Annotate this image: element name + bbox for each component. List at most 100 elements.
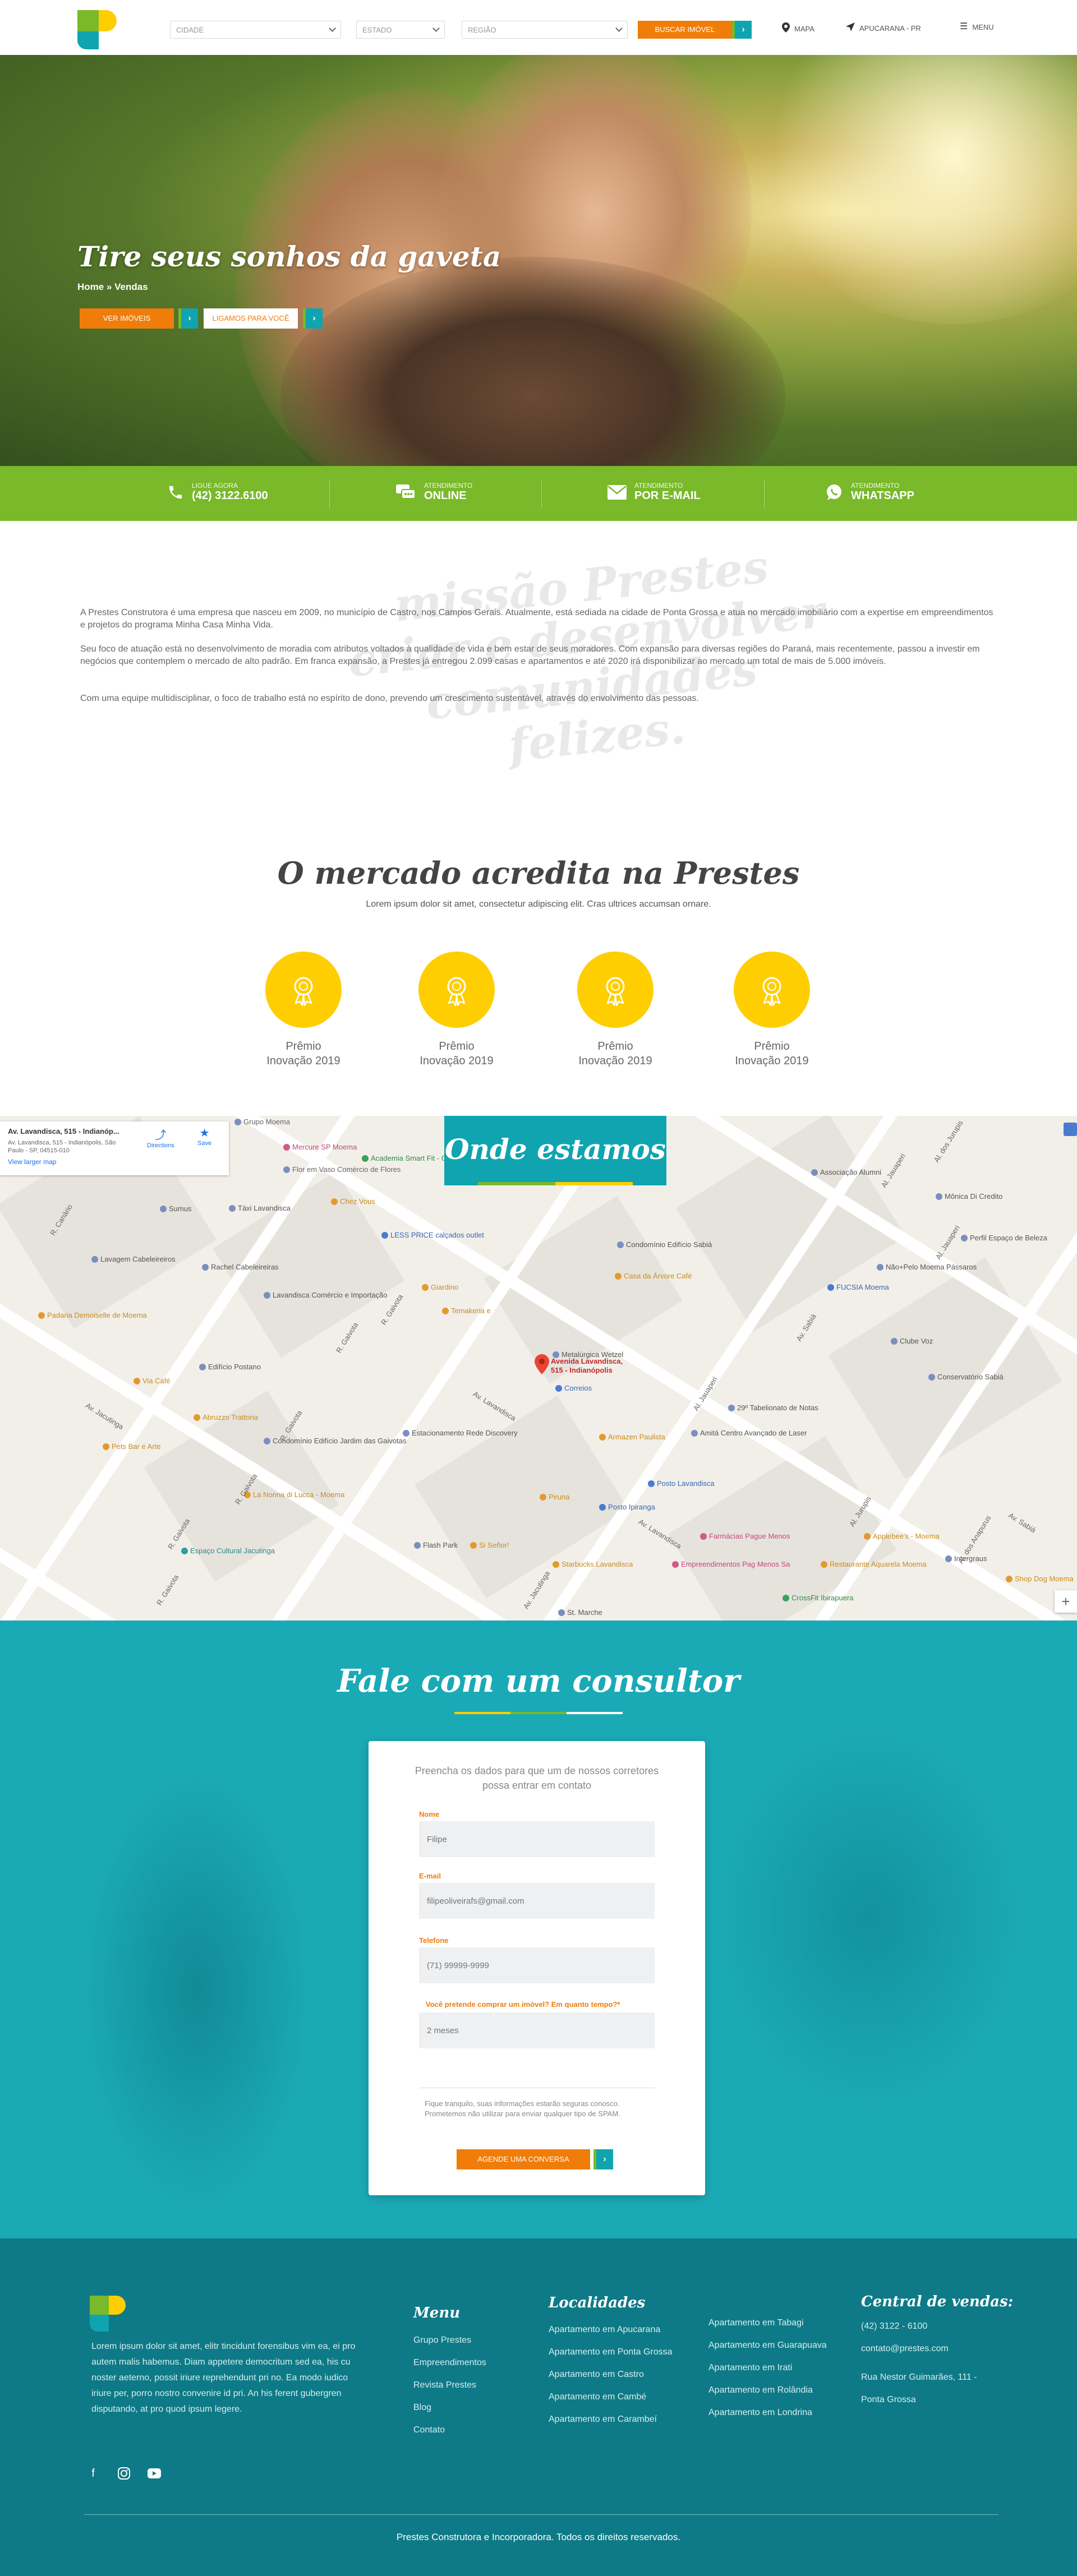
footer-menu-link[interactable]: Blog <box>413 2403 431 2413</box>
footer-phone-link[interactable]: (42) 3122 - 6100 <box>861 2321 927 2332</box>
footer-location-link[interactable]: Apartamento em Carambeí <box>549 2415 657 2425</box>
map-poi[interactable]: Flor em Vaso Comércio de Flores <box>283 1165 401 1174</box>
map-poi[interactable]: Applebee's - Moema <box>864 1532 940 1540</box>
purchase-time-input[interactable] <box>419 2012 655 2048</box>
map-poi[interactable]: La Nonna di Lucca - Moema <box>244 1490 344 1499</box>
map-poi[interactable]: Não+Pelo Moema Pássaros <box>877 1263 977 1271</box>
map-poi[interactable]: Lavandisca Comércio e Importação <box>264 1291 388 1299</box>
map-poi[interactable]: Estacionamento Rede Discovery <box>403 1429 518 1437</box>
map-marker-icon[interactable] <box>535 1354 549 1377</box>
map-poi[interactable]: Pets Bar e Arte <box>103 1442 160 1451</box>
footer-menu-link[interactable]: Revista Prestes <box>413 2380 476 2390</box>
call-me-arrow[interactable]: › <box>303 308 323 329</box>
zoom-in-button[interactable]: + <box>1055 1590 1077 1613</box>
footer-location-link[interactable]: Apartamento em Rolândia <box>708 2385 813 2395</box>
map-poi[interactable]: Lavagem Cabeleireiros <box>91 1255 176 1263</box>
call-me-label: LIGAMOS PARA VOCÊ <box>212 314 289 322</box>
footer-location-link[interactable]: Apartamento em Apucarana <box>549 2325 660 2335</box>
location-map[interactable]: Grupo Moema Mercure SP Moema Academia Sm… <box>0 1116 1077 1621</box>
name-input[interactable] <box>419 1821 655 1857</box>
call-me-button[interactable]: LIGAMOS PARA VOCÊ <box>204 308 298 329</box>
map-poi[interactable]: Abruzzo Trattoria <box>194 1413 258 1421</box>
contact-email[interactable]: ATENDIMENTO POR E-MAIL <box>607 482 701 502</box>
map-poi[interactable]: Giardino <box>422 1283 458 1291</box>
schedule-call-button[interactable]: AGENDE UMA CONVERSA <box>457 2149 590 2169</box>
map-poi[interactable]: Grupo Moema <box>234 1118 290 1126</box>
search-property-button[interactable]: BUSCAR IMÓVEL <box>638 21 732 39</box>
footer-location-link[interactable]: Apartamento em Irati <box>708 2363 792 2373</box>
instagram-icon[interactable] <box>117 2466 131 2481</box>
map-poi[interactable]: Starbucks Lavandisca <box>553 1560 633 1568</box>
search-arrow-button[interactable]: › <box>732 21 752 39</box>
breadcrumb[interactable]: Home » Vendas <box>77 281 148 293</box>
footer-logo[interactable] <box>90 2296 126 2332</box>
facebook-icon[interactable]: f <box>86 2466 100 2481</box>
map-poi[interactable]: Correios <box>555 1384 592 1392</box>
menu-button[interactable]: ☰ MENU <box>960 22 994 31</box>
footer-location-link[interactable]: Apartamento em Castro <box>549 2370 644 2380</box>
map-poi[interactable]: Edifício Postano <box>199 1363 261 1371</box>
map-poi[interactable]: Rachel Cabeleireiras <box>202 1263 279 1271</box>
email-input[interactable] <box>419 1883 655 1919</box>
map-poi[interactable]: Sumus <box>160 1204 191 1213</box>
map-poi[interactable]: Táxi Lavandisca <box>229 1204 291 1212</box>
arrow-right-icon: › <box>312 313 316 323</box>
footer-location-link[interactable]: Apartamento em Tabagi <box>708 2318 804 2328</box>
map-poi[interactable]: Mercure SP Moema <box>283 1143 357 1151</box>
map-poi[interactable]: Via Café <box>134 1377 171 1385</box>
view-properties-button[interactable]: VER IMÓVEIS <box>80 308 174 329</box>
contact-online[interactable]: ATENDIMENTO ONLINE <box>396 482 472 502</box>
map-poi[interactable]: Mônica Di Credito <box>936 1192 1002 1201</box>
map-poi[interactable]: Flash Park <box>414 1541 458 1549</box>
prestes-logo[interactable] <box>77 10 117 49</box>
region-select[interactable]: REGIÃO <box>462 21 628 39</box>
map-poi[interactable]: Espaço Cultural Jacutinga <box>181 1546 275 1555</box>
map-poi[interactable]: Chez Vous <box>331 1197 375 1206</box>
map-poi[interactable]: Armazen Paulista <box>599 1433 665 1441</box>
map-poi[interactable]: Piruna <box>540 1493 570 1501</box>
map-poi[interactable]: Posto Ipiranga <box>599 1503 655 1511</box>
map-poi[interactable]: Conservatório Sabiá <box>928 1373 1004 1381</box>
map-poi[interactable]: St. Marche <box>558 1608 602 1617</box>
map-poi[interactable]: Posto Lavandisca <box>648 1479 715 1488</box>
footer-menu-link[interactable]: Contato <box>413 2425 445 2435</box>
map-poi[interactable]: Clube Voz <box>891 1337 933 1345</box>
map-poi[interactable]: Associação Alumni <box>811 1168 881 1176</box>
map-poi[interactable]: Restaurante Aquarela Moema <box>821 1560 927 1568</box>
save-button[interactable]: ★ Save <box>197 1126 211 1147</box>
map-poi[interactable]: FUCSIA Moema <box>827 1283 889 1291</box>
contact-whatsapp[interactable]: ATENDIMENTO WHATSAPP <box>825 482 914 502</box>
state-select[interactable]: ESTADO <box>356 21 445 39</box>
footer-location-link[interactable]: Apartamento em Cambé <box>549 2392 646 2402</box>
map-poi[interactable]: Si Señor! <box>470 1541 509 1549</box>
map-poi[interactable]: Condomínio Edifício Sabiá <box>617 1240 712 1249</box>
map-poi[interactable]: Casa da Árvore Café <box>615 1272 692 1280</box>
footer-email-link[interactable]: contato@prestes.com <box>861 2344 949 2354</box>
location-link[interactable]: APUCARANA - PR <box>846 22 921 34</box>
footer-location-link[interactable]: Apartamento em Guarapuava <box>708 2340 827 2351</box>
map-poi[interactable]: 29º Tabelionato de Notas <box>728 1404 818 1412</box>
contact-phone[interactable]: LIGUE AGORA (42) 3122.6100 <box>167 482 268 502</box>
schedule-call-arrow[interactable]: › <box>593 2149 613 2169</box>
footer-menu-link[interactable]: Empreendimentos <box>413 2358 486 2368</box>
map-poi[interactable]: Farmácias Pague Menos <box>700 1532 790 1540</box>
pegman-icon[interactable] <box>1064 1123 1077 1136</box>
city-select[interactable]: CIDADE <box>170 21 341 39</box>
directions-button[interactable]: ⤴ Directions <box>147 1126 174 1149</box>
view-properties-arrow[interactable]: › <box>178 308 198 329</box>
view-larger-map-link[interactable]: View larger map <box>8 1158 221 1166</box>
map-poi[interactable]: Empreendimentos Pag Menos Sa <box>672 1560 790 1568</box>
footer-location-link[interactable]: Apartamento em Londrina <box>708 2408 812 2418</box>
youtube-icon[interactable] <box>147 2466 162 2481</box>
map-poi[interactable]: Amitá Centro Avançado de Laser <box>691 1429 807 1437</box>
map-poi[interactable]: Temakeria e <box>442 1307 491 1315</box>
map-poi[interactable]: LESS PRICE calçados outlet <box>381 1231 484 1239</box>
phone-input[interactable] <box>419 1947 655 1983</box>
map-poi[interactable]: Perfil Espaço de Beleza <box>961 1234 1047 1242</box>
map-poi[interactable]: Shop Dog Moema <box>1006 1575 1074 1583</box>
map-link[interactable]: MAPA <box>782 22 814 35</box>
map-poi[interactable]: CrossFit Ibirapuera <box>783 1594 854 1602</box>
footer-location-link[interactable]: Apartamento em Ponta Grossa <box>549 2347 673 2357</box>
footer-menu-link[interactable]: Grupo Prestes <box>413 2335 471 2346</box>
map-poi[interactable]: Padaria Demoiselle de Moema <box>38 1311 147 1319</box>
